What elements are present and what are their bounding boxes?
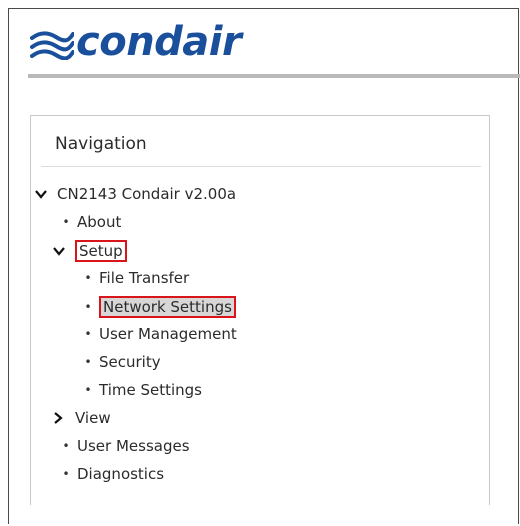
tree-item-label[interactable]: Diagnostics <box>77 464 164 484</box>
tree-item-about[interactable]: • About <box>61 212 121 232</box>
navigation-title-divider <box>41 166 481 167</box>
chevron-down-icon[interactable] <box>53 246 67 256</box>
tree-item-label[interactable]: Setup <box>75 240 127 262</box>
tree-root-cn2143[interactable]: CN2143 Condair v2.00a <box>35 184 236 204</box>
header-divider <box>28 74 520 78</box>
bullet-icon: • <box>84 327 92 341</box>
tree-item-label[interactable]: Time Settings <box>99 380 202 400</box>
logo-wordmark: condair <box>76 19 242 65</box>
bullet-icon: • <box>84 271 92 285</box>
chevron-right-icon[interactable] <box>53 412 67 424</box>
tree-item-time-settings[interactable]: • Time Settings <box>83 380 202 400</box>
bullet-icon: • <box>62 439 70 453</box>
tree-item-security[interactable]: • Security <box>83 352 161 372</box>
tree-item-label[interactable]: User Messages <box>77 436 190 456</box>
bullet-icon: • <box>84 383 92 397</box>
tree-item-user-management[interactable]: • User Management <box>83 324 237 344</box>
tree-item-diagnostics[interactable]: • Diagnostics <box>61 464 164 484</box>
tree-item-file-transfer[interactable]: • File Transfer <box>83 268 189 288</box>
bullet-icon: • <box>62 215 70 229</box>
bullet-icon: • <box>84 300 92 314</box>
condair-logo: condair <box>30 16 242 68</box>
tree-item-label[interactable]: File Transfer <box>99 268 189 288</box>
bullet-icon: • <box>62 467 70 481</box>
navigation-panel: Navigation CN2143 Condair v2.00a • About… <box>30 115 490 505</box>
bullet-icon: • <box>84 355 92 369</box>
tree-item-label[interactable]: Network Settings <box>99 296 236 318</box>
tree-item-label[interactable]: View <box>75 408 111 428</box>
tree-item-label[interactable]: User Management <box>99 324 237 344</box>
tree-item-label[interactable]: Security <box>99 352 161 372</box>
tree-item-setup[interactable]: Setup <box>53 240 127 262</box>
tree-item-view[interactable]: View <box>53 408 111 428</box>
condair-wave-icon <box>30 31 74 60</box>
tree-item-user-messages[interactable]: • User Messages <box>61 436 190 456</box>
tree-item-label[interactable]: About <box>77 212 121 232</box>
tree-root-label[interactable]: CN2143 Condair v2.00a <box>57 184 236 204</box>
chevron-down-icon[interactable] <box>35 189 49 199</box>
navigation-title: Navigation <box>55 134 147 154</box>
page-frame-right-edge <box>518 8 519 524</box>
tree-item-network-settings[interactable]: • Network Settings <box>83 296 236 318</box>
